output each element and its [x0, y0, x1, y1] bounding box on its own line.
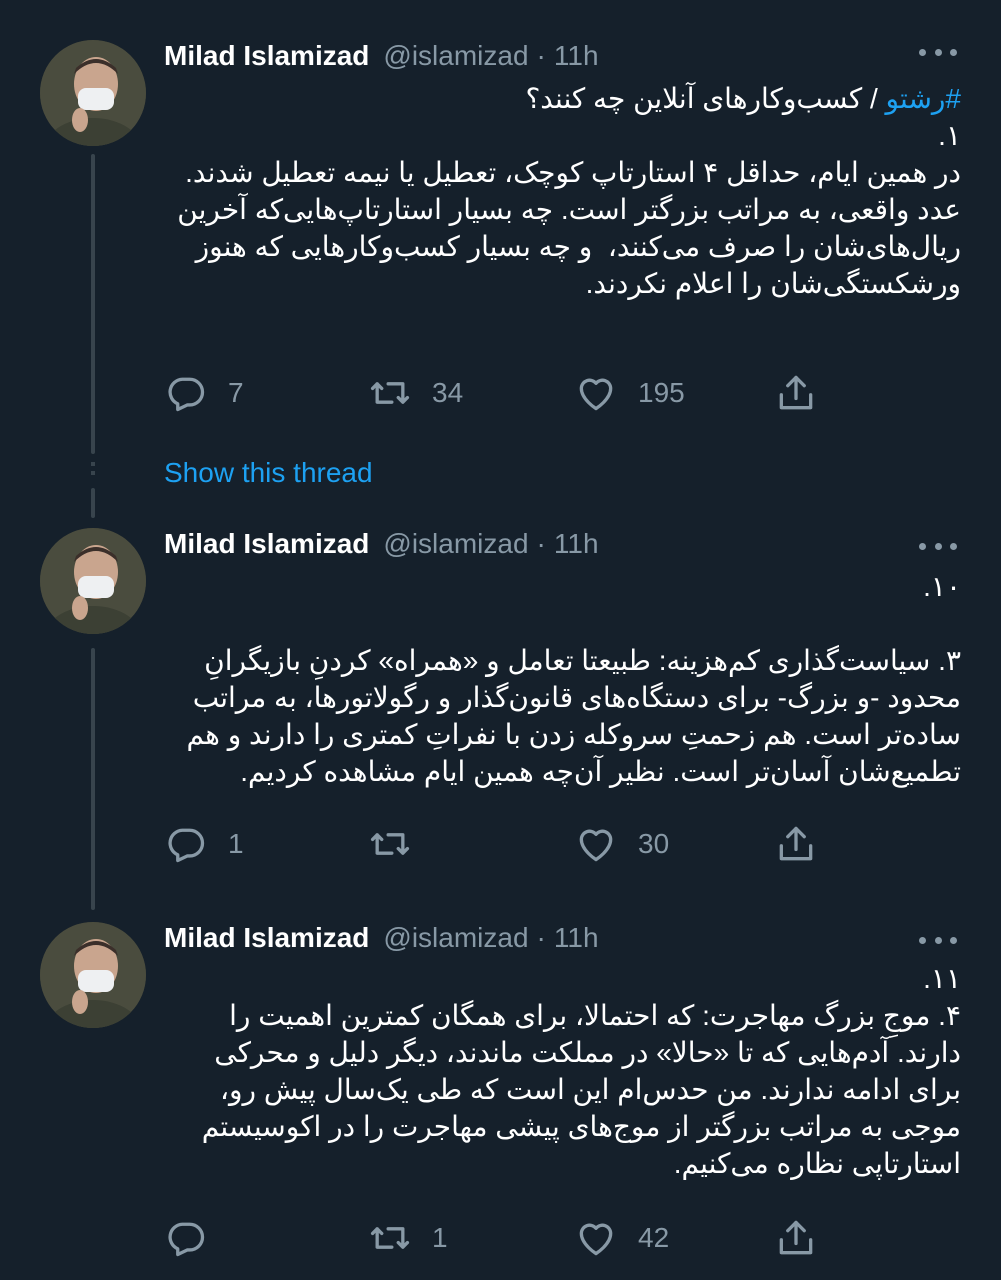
retweet-count: 1	[432, 1222, 448, 1253]
user-handle[interactable]: @islamizad	[383, 528, 528, 560]
thread-line	[91, 488, 95, 518]
like-button[interactable]: 30	[574, 819, 669, 869]
display-name[interactable]: Milad Islamizad	[164, 528, 369, 560]
like-count: 42	[638, 1222, 670, 1253]
more-icon[interactable]	[919, 930, 957, 950]
tweet-text: ۱۱. ۴. موجِ بزرگ مهاجرت: که احتمالا، برا…	[201, 963, 961, 1179]
display-name[interactable]: Milad Islamizad	[164, 40, 369, 72]
tweet[interactable]: Milad Islamizad @islamizad · 11h #رشتو /…	[0, 32, 1001, 452]
retweet-count: 34	[432, 377, 464, 408]
like-icon	[579, 829, 613, 862]
reply-icon	[168, 377, 205, 412]
tweet[interactable]: Milad Islamizad @islamizad · 11h ۱۱. ۴. …	[0, 918, 1001, 1280]
share-button[interactable]	[774, 368, 818, 418]
like-button[interactable]: 42	[574, 1213, 669, 1263]
retweet-icon	[370, 833, 410, 855]
tweet-actions: 1 42	[164, 1213, 824, 1263]
retweet-button[interactable]: 34	[368, 368, 463, 418]
avatar[interactable]	[40, 922, 146, 1028]
tweet-actions: 1 30	[164, 819, 824, 869]
more-icon[interactable]	[919, 42, 957, 62]
user-handle[interactable]: @islamizad	[383, 40, 528, 72]
reply-count: 1	[228, 828, 244, 859]
like-icon	[579, 1223, 613, 1256]
reply-icon	[168, 828, 205, 863]
like-button[interactable]: 195	[574, 368, 685, 418]
like-count: 195	[638, 377, 685, 408]
tweet-body: ۱. در همین ایام، حداقل ۴ استارتاپ کوچک، …	[177, 120, 961, 299]
tweet[interactable]: Milad Islamizad @islamizad · 11h ۱۰. ۳. …	[0, 524, 1001, 884]
like-count: 30	[638, 828, 670, 859]
separator: ·	[536, 922, 546, 953]
share-button[interactable]	[774, 819, 818, 869]
separator: ·	[536, 40, 546, 71]
timestamp[interactable]: 11h	[554, 40, 599, 72]
tweet-header: Milad Islamizad @islamizad · 11h	[164, 36, 599, 76]
retweet-icon	[370, 382, 410, 404]
timestamp[interactable]: 11h	[554, 528, 599, 560]
tweet-text: #رشتو / کسب‌وکارهای آنلاین چه کنند؟ ۱. د…	[164, 80, 961, 302]
more-icon[interactable]	[919, 536, 957, 556]
reply-button[interactable]	[164, 1213, 228, 1263]
avatar[interactable]	[40, 40, 146, 146]
thread-gap-dots	[91, 462, 95, 480]
tweet-header: Milad Islamizad @islamizad · 11h	[164, 524, 599, 564]
tweet-header: Milad Islamizad @islamizad · 11h	[164, 918, 599, 958]
share-icon	[779, 826, 813, 861]
like-icon	[579, 378, 613, 411]
user-handle[interactable]: @islamizad	[383, 922, 528, 954]
tweet-actions: 7 34 195	[164, 368, 824, 418]
avatar[interactable]	[40, 528, 146, 634]
share-button[interactable]	[774, 1213, 818, 1263]
reply-button[interactable]: 7	[164, 368, 244, 418]
retweet-button[interactable]: 1	[368, 1213, 448, 1263]
tweet-headline: / کسب‌وکارهای آنلاین چه کنند؟	[525, 83, 886, 114]
show-thread-link[interactable]: Show this thread	[164, 457, 373, 489]
reply-icon	[168, 1222, 205, 1257]
share-icon	[779, 1220, 813, 1255]
retweet-icon	[370, 1227, 410, 1249]
display-name[interactable]: Milad Islamizad	[164, 922, 369, 954]
reply-count: 7	[228, 377, 244, 408]
retweet-button[interactable]	[368, 819, 432, 869]
share-icon	[779, 375, 813, 410]
reply-button[interactable]: 1	[164, 819, 244, 869]
tweet-text: ۱۰. ۳. سیاست‌گذاری کم‌هزینه: طبیعتا تعام…	[186, 571, 961, 787]
timestamp[interactable]: 11h	[554, 922, 599, 954]
separator: ·	[536, 528, 546, 559]
hashtag-link[interactable]: #رشتو	[886, 83, 961, 114]
